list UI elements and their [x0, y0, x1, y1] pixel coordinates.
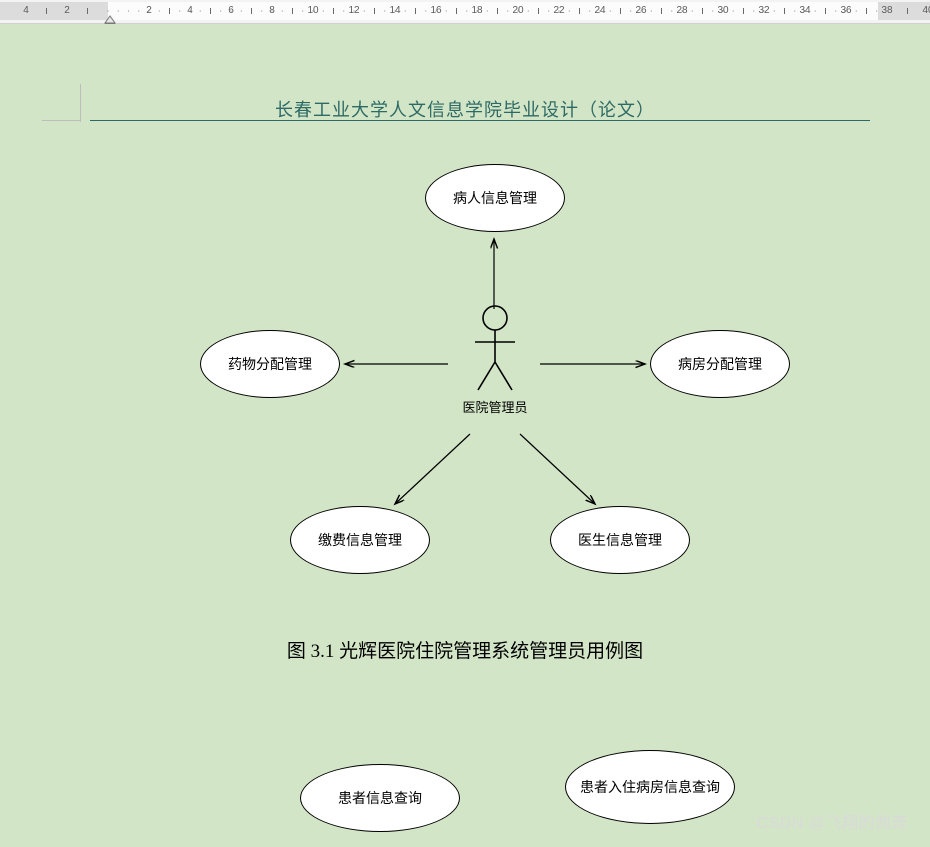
figure-caption: 图 3.1 光辉医院住院管理系统管理员用例图	[0, 636, 930, 663]
use-case-payment-info: 缴费信息管理	[290, 506, 430, 574]
use-case-patient-query: 患者信息查询	[300, 764, 460, 832]
actor-icon	[470, 304, 520, 394]
svg-text:40: 40	[922, 5, 930, 16]
use-case-patient-info: 病人信息管理	[425, 164, 565, 232]
use-case-ward-allocation: 病房分配管理	[650, 330, 790, 398]
svg-text:38: 38	[881, 5, 893, 16]
use-case-doctor-info: 医生信息管理	[550, 506, 690, 574]
use-case-patient-ward-query: 患者入住病房信息查询	[565, 750, 735, 824]
actor-label: 医院管理员	[455, 400, 535, 417]
first-line-indent-marker[interactable]	[104, 12, 116, 24]
svg-text:4: 4	[23, 5, 29, 16]
use-case-diagram: 医院管理员 病人信息管理 药物分配管理 病房分配管理 缴费信息管理 医生信息管理	[150, 154, 850, 594]
watermark: CSDN @飞翔的佩奇	[756, 809, 908, 833]
use-case-drug-allocation: 药物分配管理	[200, 330, 340, 398]
document-page: 长春工业大学人文信息学院毕业设计（论文）	[0, 24, 930, 847]
page-header-title: 长春工业大学人文信息学院毕业设计（论文）	[0, 96, 930, 122]
horizontal-ruler: 42246810121416182022242628303234363840	[0, 0, 930, 24]
svg-text:2: 2	[64, 5, 70, 16]
header-underline	[90, 120, 870, 121]
